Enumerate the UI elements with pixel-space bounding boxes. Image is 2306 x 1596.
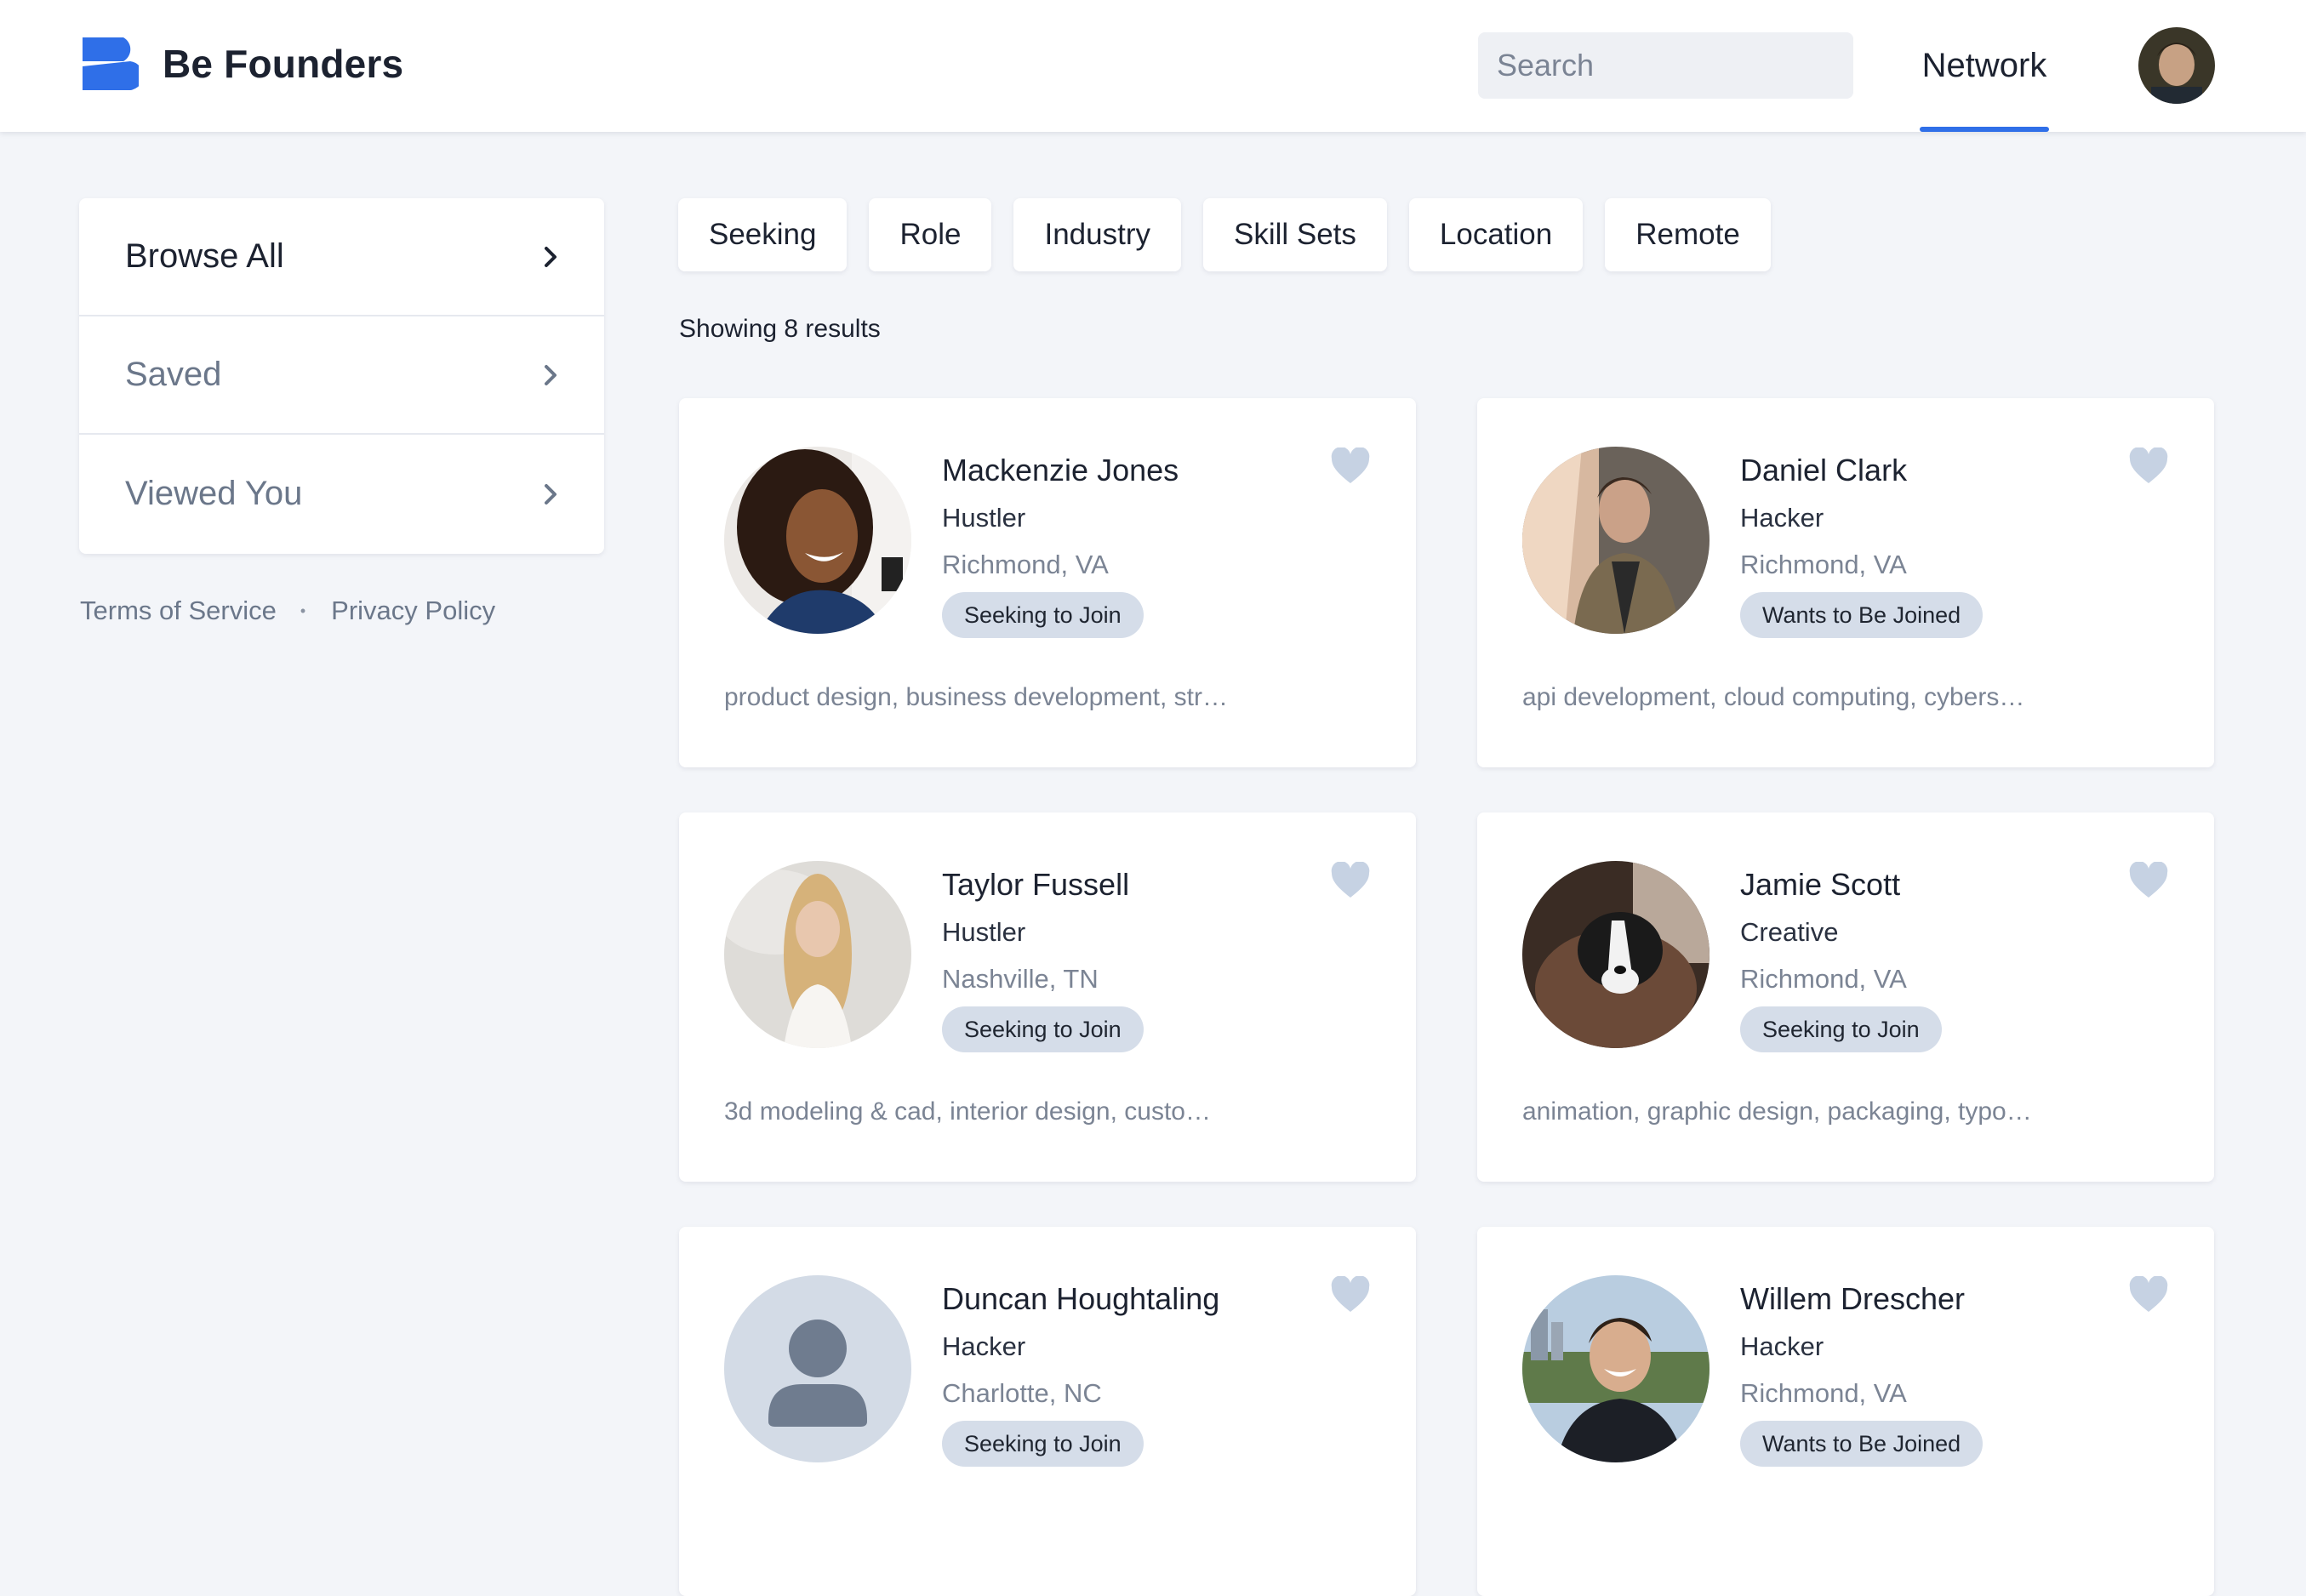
profile-card[interactable]: Taylor Fussell Hustler Nashville, TN See… [679,812,1416,1182]
profile-photo [724,447,911,634]
filter-role[interactable]: Role [869,198,992,271]
privacy-policy-link[interactable]: Privacy Policy [331,596,495,626]
filter-location[interactable]: Location [1408,198,1584,271]
sidebar-menu: Browse All Saved Viewed You [79,198,604,554]
profile-photo [724,861,911,1048]
profile-role: Hacker [1740,1331,1824,1361]
profile-role: Hustler [942,917,1026,947]
profile-name: Mackenzie Jones [942,453,1179,487]
sidebar-item-label: Saved [125,356,222,393]
profile-location: Richmond, VA [1740,550,1907,579]
profile-location: Richmond, VA [1740,964,1907,994]
status-badge: Wants to Be Joined [1740,592,1984,638]
filter-skill-sets[interactable]: Skill Sets [1202,198,1387,271]
heart-icon[interactable] [1330,447,1371,485]
profile-skills: animation, graphic design, packaging, ty… [1522,1097,2032,1126]
profile-card[interactable]: Duncan Houghtaling Hacker Charlotte, NC … [679,1227,1416,1596]
chevron-right-icon [545,364,557,385]
heart-icon[interactable] [1330,862,1371,899]
profile-photo [1522,1275,1710,1462]
search-input[interactable] [1478,32,1853,99]
heart-icon[interactable] [2128,862,2169,899]
profile-photo [724,1275,911,1462]
profile-name: Willem Drescher [1740,1281,1966,1316]
active-tab-indicator [1920,127,2049,132]
profile-card[interactable]: Mackenzie Jones Hustler Richmond, VA See… [679,398,1416,767]
profile-name: Jamie Scott [1740,867,1901,902]
profile-role: Hustler [942,503,1026,533]
user-avatar-photo [2138,27,2215,104]
heart-icon[interactable] [2128,447,2169,485]
profile-card[interactable]: Daniel Clark Hacker Richmond, VA Wants t… [1477,398,2214,767]
heart-icon[interactable] [1330,1276,1371,1314]
profile-skills: product design, business development, st… [724,683,1228,711]
profile-skills: 3d modeling & cad, interior design, cust… [724,1097,1211,1126]
profile-location: Charlotte, NC [942,1378,1102,1408]
profile-role: Hacker [942,1331,1026,1361]
profile-location: Nashville, TN [942,964,1099,994]
results-count: Showing 8 results [679,315,881,343]
brand-name: Be Founders [163,42,404,86]
tab-network[interactable]: Network [1920,0,2049,132]
footer-separator: • [300,601,306,619]
sidebar-item-label: Viewed You [125,475,303,512]
terms-of-service-link[interactable]: Terms of Service [80,596,277,626]
user-avatar[interactable] [2138,27,2215,104]
brand-logo-icon [83,37,139,90]
sidebar-item-viewed-you[interactable]: Viewed You [79,435,604,553]
filter-seeking[interactable]: Seeking [678,198,848,271]
sidebar-item-saved[interactable]: Saved [79,316,604,435]
filter-remote[interactable]: Remote [1605,198,1771,271]
profile-name: Duncan Houghtaling [942,1281,1220,1316]
status-badge: Seeking to Join [942,1421,1144,1467]
heart-icon[interactable] [2128,1276,2169,1314]
profile-card[interactable]: Jamie Scott Creative Richmond, VA Seekin… [1477,812,2214,1182]
profile-role: Hacker [1740,503,1824,533]
status-badge: Seeking to Join [942,592,1144,638]
profile-skills: api development, cloud computing, cybers… [1522,683,2025,711]
filter-industry[interactable]: Industry [1013,198,1181,271]
profile-photo [1522,861,1710,1048]
profile-name: Taylor Fussell [942,867,1130,902]
profile-location: Richmond, VA [942,550,1109,579]
profile-location: Richmond, VA [1740,1378,1907,1408]
tab-network-label: Network [1921,47,2047,84]
sidebar-item-label: Browse All [125,237,284,275]
sidebar-item-browse-all[interactable]: Browse All [79,198,604,316]
profile-role: Creative [1740,917,1839,947]
profile-card[interactable]: Willem Drescher Hacker Richmond, VA Want… [1477,1227,2214,1596]
status-badge: Seeking to Join [942,1006,1144,1052]
chevron-right-icon [545,246,557,267]
profile-photo [1522,447,1710,634]
brand-home-link[interactable]: Be Founders [79,37,403,90]
profile-name: Daniel Clark [1740,453,1908,487]
status-badge: Wants to Be Joined [1740,1421,1984,1467]
chevron-right-icon [545,483,557,504]
footer-links: Terms of Service • Privacy Policy [80,596,495,626]
status-badge: Seeking to Join [1740,1006,1942,1052]
filter-bar: Seeking Role Industry Skill Sets Locatio… [678,198,1793,271]
top-navigation-bar: Be Founders Network [0,0,2306,132]
